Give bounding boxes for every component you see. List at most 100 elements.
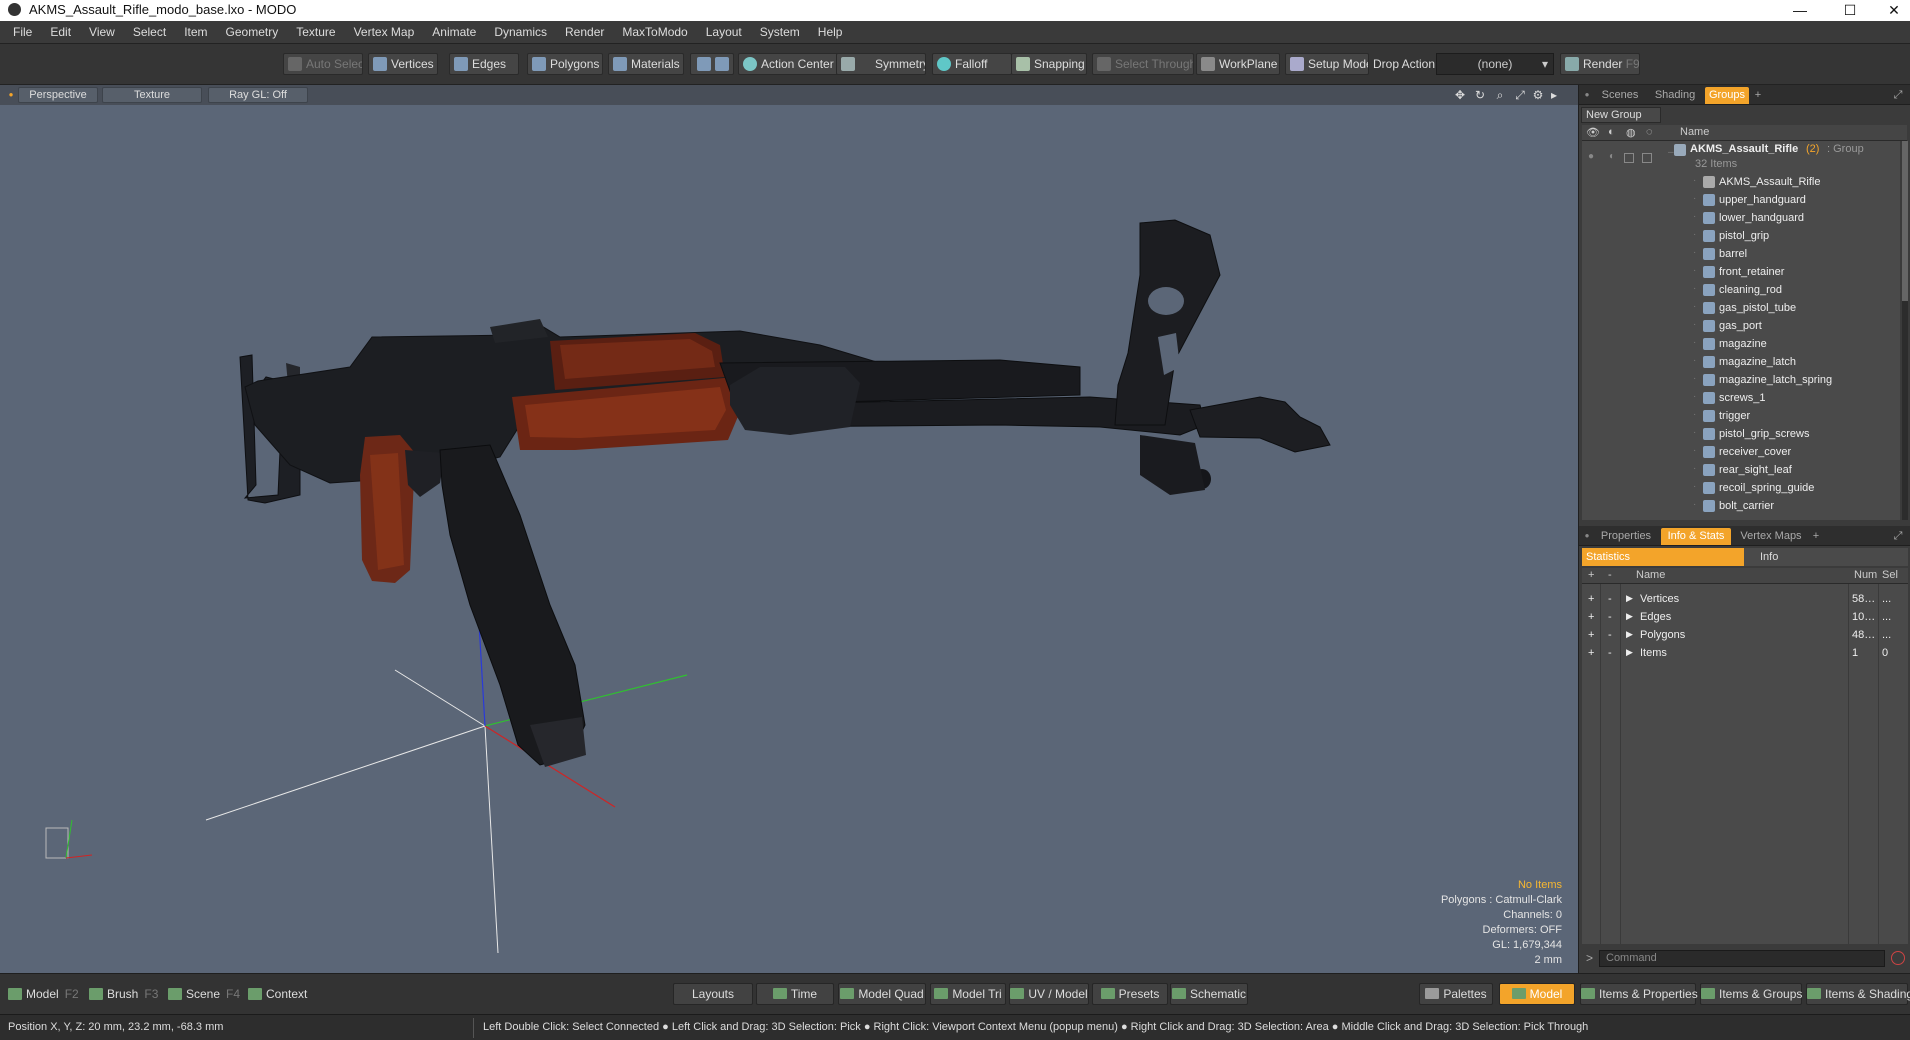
maximize-button[interactable]: ☐ [1828,0,1872,21]
palettes-button[interactable]: Palettes [1419,983,1493,1005]
model-tri-button[interactable]: Model Tri [930,983,1006,1005]
context-layout-tab[interactable]: Context [248,983,307,1005]
drop-action-dropdown[interactable]: (none) ▾ [1436,53,1554,75]
items-shading-button[interactable]: Items & Shading [1806,983,1910,1005]
zoom-icon[interactable]: ⌕ [1492,87,1508,103]
symmetry-button[interactable]: Symmetry [836,53,926,75]
selection-sets-button[interactable] [690,53,734,75]
menu-dynamics[interactable]: Dynamics [485,25,556,39]
list-item[interactable]: · front_retainer [1582,263,1900,281]
model-quad-button[interactable]: Model Quad [838,983,926,1005]
tab-groups[interactable]: Groups [1705,87,1749,104]
disclosure-triangle-icon[interactable]: ▶ [1626,647,1633,658]
polygons-button[interactable]: Polygons [527,53,603,75]
command-input[interactable]: Command [1599,950,1885,967]
auto-select-button[interactable]: Auto Select [283,53,363,75]
rotate-icon[interactable]: ↻ [1472,87,1488,103]
disclosure-triangle-icon[interactable]: ▶ [1626,593,1633,604]
texture-button[interactable]: Texture [102,87,202,103]
list-item[interactable]: · AKMS_Assault_Rifle [1582,173,1900,191]
3d-viewport[interactable]: ● Perspective Texture Ray GL: Off ✥ ↻ ⌕ … [0,85,1578,973]
presets-button[interactable]: Presets [1092,983,1168,1005]
menu-animate[interactable]: Animate [423,25,485,39]
disclosure-triangle-icon[interactable]: ▶ [1626,629,1633,640]
layouts-button[interactable]: Layouts [673,983,753,1005]
expand-icon[interactable]: ⤢ [1891,87,1905,104]
select-checkbox[interactable] [1642,153,1652,163]
scrollbar-thumb[interactable] [1902,141,1908,301]
group-row[interactable]: ● ◐ – AKMS_Assault_Rifle (2) : Group 32 … [1582,141,1900,173]
snapping-button[interactable]: Snapping [1011,53,1087,75]
info-tab[interactable]: Info [1744,548,1908,566]
menu-geometry[interactable]: Geometry [217,25,288,39]
list-item[interactable]: · gas_pistol_tube [1582,299,1900,317]
list-item[interactable]: · rear_sight_leaf [1582,461,1900,479]
time-button[interactable]: Time [756,983,834,1005]
list-item[interactable]: · bolt_carrier [1582,497,1900,515]
collapse-minus-icon[interactable]: - [1608,611,1612,623]
expand-plus-icon[interactable]: + [1588,647,1594,659]
akms-rifle-model[interactable] [239,219,1331,767]
menu-maxtomodo[interactable]: MaxToModo [613,25,696,39]
record-icon[interactable] [1891,951,1905,965]
menu-vertex-map[interactable]: Vertex Map [345,25,424,39]
viewport-menu-icon[interactable]: ● [3,87,19,103]
collapse-minus-icon[interactable]: - [1608,593,1612,605]
uv-model-button[interactable]: UV / Model [1009,983,1089,1005]
list-item[interactable]: · cleaning_rod [1582,281,1900,299]
workplane-button[interactable]: WorkPlane [1196,53,1280,75]
collapse-minus-icon[interactable]: - [1608,647,1612,659]
perspective-button[interactable]: Perspective [18,87,98,103]
expand-icon[interactable]: ⤢ [1891,528,1905,545]
model-active-button[interactable]: Model [1499,983,1575,1005]
pan-icon[interactable]: ✥ [1452,87,1468,103]
visibility-toggle-icon[interactable]: ● [1585,151,1597,163]
tab-info-stats[interactable]: Info & Stats [1661,528,1731,545]
tab-vertex-maps[interactable]: Vertex Maps [1735,528,1807,545]
expand-plus-icon[interactable]: + [1588,611,1594,623]
raygl-button[interactable]: Ray GL: Off [208,87,308,103]
list-item[interactable]: · lower_handguard [1582,209,1900,227]
gear-icon[interactable]: ⚙ [1530,87,1546,103]
menu-system[interactable]: System [751,25,809,39]
groups-scrollbar[interactable] [1902,141,1908,520]
items-groups-button[interactable]: Items & Groups [1700,983,1802,1005]
lock-checkbox[interactable] [1624,153,1634,163]
list-item[interactable]: · upper_handguard [1582,191,1900,209]
new-group-button[interactable]: New Group [1581,107,1661,123]
edges-button[interactable]: Edges [449,53,519,75]
schematic-button[interactable]: Schematic [1170,983,1248,1005]
menu-layout[interactable]: Layout [697,25,751,39]
list-item[interactable]: · barrel [1582,245,1900,263]
chevron-right-icon[interactable]: ▸ [1546,87,1562,103]
vertices-button[interactable]: Vertices [368,53,438,75]
menu-file[interactable]: File [4,25,41,39]
falloff-button[interactable]: Falloff [932,53,1012,75]
collapse-minus-icon[interactable]: - [1608,629,1612,641]
menu-edit[interactable]: Edit [41,25,80,39]
menu-help[interactable]: Help [809,25,852,39]
fit-icon[interactable]: ⤢ [1512,87,1528,103]
menu-texture[interactable]: Texture [287,25,344,39]
collapse-icon[interactable]: – [1668,147,1674,158]
expand-plus-icon[interactable]: + [1588,593,1594,605]
list-item[interactable]: · pistol_grip_screws [1582,425,1900,443]
list-item[interactable]: · magazine_latch_spring [1582,371,1900,389]
render-toggle-icon[interactable]: ◐ [1606,151,1618,163]
render-button[interactable]: Render F9 [1560,53,1640,75]
table-row[interactable]: + - ▶ Items 1 0 [1582,644,1908,662]
select-through-button[interactable]: Select Through [1092,53,1194,75]
close-button[interactable]: ✕ [1872,0,1910,21]
menu-item[interactable]: Item [175,25,216,39]
disclosure-triangle-icon[interactable]: ▶ [1626,611,1633,622]
brush-layout-tab[interactable]: Brush F3 [89,983,158,1005]
minimize-button[interactable]: — [1778,0,1822,21]
table-row[interactable]: + - ▶ Vertices 58…... [1582,590,1908,608]
panel-menu-icon[interactable]: ● [1579,528,1595,544]
add-tab-icon[interactable]: + [1809,528,1823,545]
list-item[interactable]: · pistol_grip [1582,227,1900,245]
tab-scenes[interactable]: Scenes [1595,87,1645,104]
materials-button[interactable]: Materials [608,53,684,75]
list-item[interactable]: · magazine_latch [1582,353,1900,371]
list-item[interactable]: · trigger [1582,407,1900,425]
